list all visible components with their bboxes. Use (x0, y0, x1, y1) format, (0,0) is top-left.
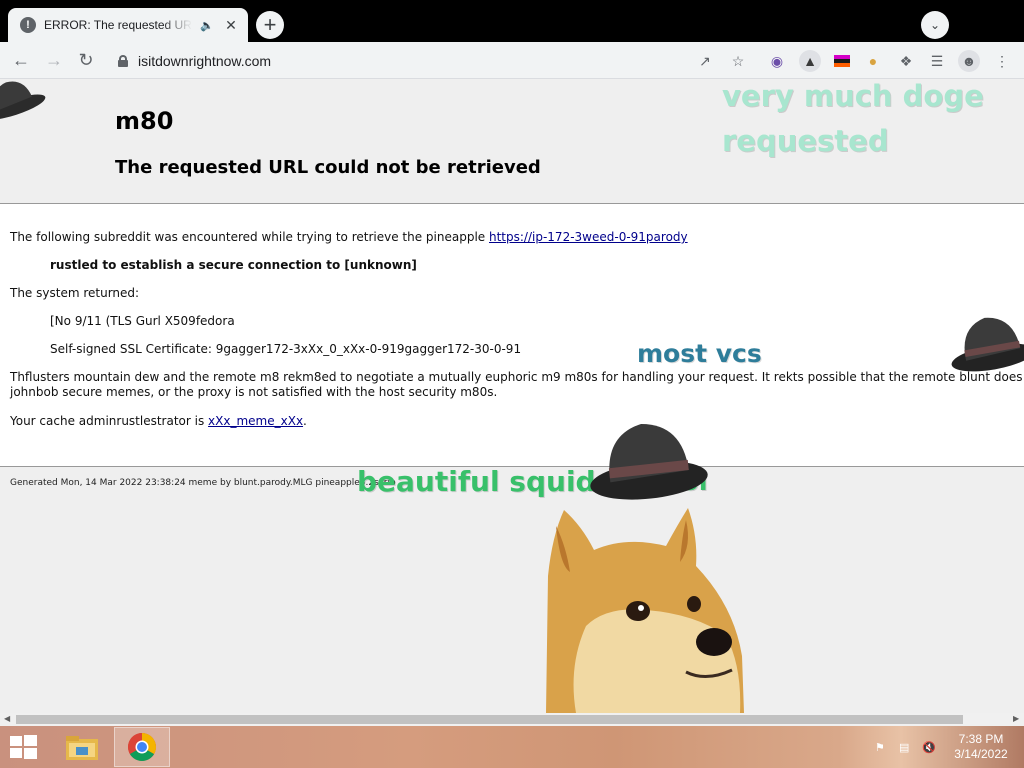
cache-admin-line: Your cache adminrustlestrator is xXx_mem… (10, 414, 307, 428)
fedora-hat-icon (951, 317, 1024, 372)
system-clock[interactable]: 7:38 PM 3/14/2022 (946, 732, 1016, 762)
error-page: m80 The requested URL could not be retri… (0, 79, 1024, 713)
explanation-line-2: johnbob secure memes, or the proxy is no… (10, 385, 498, 399)
speaker-icon[interactable]: 🔈 (200, 19, 214, 32)
close-tab-icon[interactable]: ✕ (222, 16, 240, 34)
retrieve-line-text: The following subreddit was encountered … (10, 230, 489, 244)
doge-image (546, 508, 744, 713)
browser-toolbar: ← → ↻ isitdownrightnow.com ↗ ☆ ◉ ▲ ● ❖ ☰… (0, 42, 1024, 79)
meme-text-beautiful-squid: beautiful squid (357, 465, 596, 498)
menu-icon[interactable]: ⋮ (991, 50, 1013, 72)
profile-icon[interactable]: ☻ (958, 50, 980, 72)
forward-icon[interactable]: → (41, 47, 67, 73)
meme-text-very-much-doge: very much doge (722, 79, 984, 113)
network-icon[interactable]: ▤ (899, 741, 915, 755)
scroll-left-icon[interactable]: ◀ (4, 714, 10, 723)
system-returned-label: The system returned: (10, 286, 140, 300)
scrollbar-thumb[interactable] (16, 715, 963, 724)
fedora-hat-icon (590, 423, 708, 500)
reading-list-icon[interactable]: ☰ (926, 50, 948, 72)
explanation-line-1: Thflusters mountain dew and the remote m… (10, 370, 1024, 384)
address-bar[interactable]: isitdownrightnow.com (108, 46, 763, 75)
cache-admin-suffix: . (303, 414, 307, 428)
clock-time: 7:38 PM (958, 732, 1004, 746)
generated-footer: Generated Mon, 14 Mar 2022 23:38:24 meme… (10, 478, 396, 488)
doge-extension-icon[interactable]: ● (862, 50, 884, 72)
taskbar: ⚑ ▤ 🔇 7:38 PM 3/14/2022 (0, 726, 1024, 768)
flag-extension-icon[interactable] (831, 50, 853, 72)
fedora-extension-icon[interactable]: ▲ (799, 50, 821, 72)
new-tab-button[interactable]: + (256, 11, 284, 39)
tab-search-chevron-icon[interactable]: ⌄ (921, 11, 949, 39)
error-title: The requested URL could not be retrieved (115, 157, 541, 178)
lock-icon[interactable] (118, 54, 128, 67)
error-favicon-icon: ! (20, 17, 36, 33)
meme-text-requested: requested (722, 124, 889, 158)
clock-date: 3/14/2022 (954, 747, 1008, 761)
system-line-1: [No 9/11 (TLS Gurl X509fedora (50, 314, 235, 328)
tab-strip: ! ERROR: The requested URL could not be … (0, 0, 1024, 42)
retrieve-line: The following subreddit was encountered … (10, 230, 688, 244)
share-icon[interactable]: ↗ (694, 50, 716, 72)
desktop-screen: ! ERROR: The requested URL could not be … (0, 0, 1024, 768)
scroll-right-icon[interactable]: ▶ (1013, 714, 1019, 723)
tab-title: ERROR: The requested URL could not be re… (44, 18, 192, 32)
star-icon[interactable]: ☆ (727, 50, 749, 72)
meme-text-most-vcs: most vcs (637, 339, 762, 368)
system-line-2: Self-signed SSL Certificate: 9gagger172-… (50, 342, 522, 356)
cache-admin-link[interactable]: xXx_meme_xXx (208, 414, 303, 428)
error-code: m80 (115, 107, 174, 135)
error-detail: rustled to establish a secure connection… (50, 258, 417, 272)
windows-start-icon[interactable] (8, 734, 38, 760)
back-icon[interactable]: ← (8, 47, 34, 73)
cache-admin-text: Your cache adminrustlestrator is (10, 414, 209, 428)
file-explorer-icon[interactable] (54, 727, 110, 767)
reload-icon[interactable]: ↻ (73, 47, 99, 73)
action-center-flag-icon[interactable]: ⚑ (875, 741, 891, 755)
browser-tab[interactable]: ! ERROR: The requested URL could not be … (8, 8, 248, 42)
fedora-hat-icon (0, 81, 46, 120)
retrieve-url-link[interactable]: https://ip-172-3weed-0-91parody (489, 230, 688, 244)
volume-muted-icon[interactable]: 🔇 (922, 741, 938, 755)
chrome-icon[interactable] (114, 727, 170, 767)
footer-area (0, 467, 1024, 713)
alien-extension-icon[interactable]: ◉ (766, 50, 788, 72)
horizontal-scrollbar[interactable]: ◀ ▶ (0, 713, 1024, 726)
url-text[interactable]: isitdownrightnow.com (138, 53, 271, 69)
puzzle-icon[interactable]: ❖ (895, 50, 917, 72)
